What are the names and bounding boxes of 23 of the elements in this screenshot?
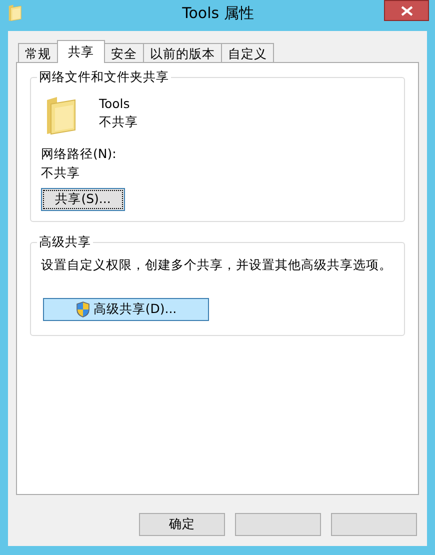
group-title: 高级共享 [37, 234, 93, 251]
tab[interactable]: 自定义 [221, 43, 274, 63]
dialog-button[interactable] [331, 513, 417, 536]
path-value: 不共享 [41, 164, 81, 182]
path-label: 网络路径(N): [41, 145, 118, 163]
tab[interactable]: 以前的版本 [143, 43, 222, 63]
group-title: 网络文件和文件夹共享 [37, 69, 171, 86]
folder-name: Tools [99, 96, 131, 111]
folder-status: 不共享 [99, 114, 138, 131]
dialog-button[interactable] [235, 513, 321, 536]
close-button[interactable] [384, 0, 429, 21]
window-title: Tools 属性 [181, 4, 255, 23]
tab[interactable]: 安全 [104, 43, 144, 63]
tab[interactable]: 共享 [57, 40, 105, 63]
tab[interactable]: 常规 [18, 43, 58, 63]
description: 设置自定义权限，创建多个共享，并设置其他高级共享选项。 [41, 256, 393, 274]
folder-icon [8, 4, 22, 22]
dialog-button[interactable]: 确定 [139, 513, 225, 536]
close-icon [400, 6, 412, 16]
folder-icon [45, 96, 77, 136]
shield-icon [75, 301, 92, 318]
advanced-sharing-button[interactable]: 高级共享(D)... [43, 298, 209, 321]
share-button[interactable]: 共享(S)... [41, 188, 125, 211]
